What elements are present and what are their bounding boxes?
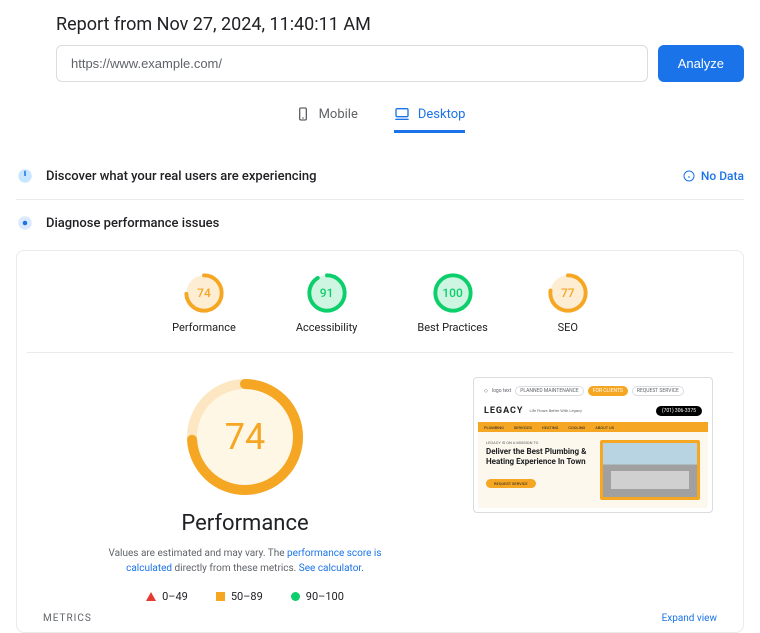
score-seo[interactable]: 77 SEO bbox=[548, 273, 588, 334]
score-legend: 0–49 50–89 90–100 bbox=[146, 590, 344, 603]
score-accessibility[interactable]: 91 Accessibility bbox=[296, 273, 358, 334]
url-input[interactable] bbox=[56, 45, 648, 82]
legend-pass: 90–100 bbox=[291, 590, 344, 603]
tab-label: Mobile bbox=[319, 107, 358, 122]
analyze-button[interactable]: Analyze bbox=[658, 45, 744, 82]
calc-link-2[interactable]: See calculator. bbox=[299, 563, 364, 574]
metrics-label: METRICS bbox=[43, 613, 92, 624]
tab-label: Desktop bbox=[418, 107, 466, 122]
gauge: 100 bbox=[433, 273, 473, 313]
panel-footer: METRICS Expand view bbox=[27, 607, 733, 624]
section-title: Diagnose performance issues bbox=[46, 216, 219, 231]
performance-title: Performance bbox=[181, 511, 308, 536]
discover-section: Discover what your real users are experi… bbox=[16, 153, 744, 200]
section-title: Discover what your real users are experi… bbox=[46, 169, 317, 184]
tab-mobile[interactable]: Mobile bbox=[295, 100, 358, 133]
score-performance[interactable]: 74 Performance bbox=[172, 273, 236, 334]
desktop-icon bbox=[394, 106, 410, 122]
performance-gauge-large: 74 bbox=[185, 377, 305, 497]
target-icon bbox=[16, 214, 34, 232]
info-icon bbox=[683, 170, 695, 182]
gauge: 77 bbox=[548, 273, 588, 313]
no-data-text: No Data bbox=[701, 169, 744, 183]
no-data-link[interactable]: No Data bbox=[683, 169, 744, 183]
detail-row: 74 Performance Values are estimated and … bbox=[27, 353, 733, 607]
legend-fail: 0–49 bbox=[146, 590, 188, 603]
device-tabs: Mobile Desktop bbox=[16, 100, 744, 133]
diagnose-panel: 74 Performance 91 Accessibility 100 bbox=[16, 250, 744, 633]
diagnose-section: Diagnose performance issues bbox=[16, 200, 744, 246]
gauge: 74 bbox=[184, 273, 224, 313]
legend-avg: 50–89 bbox=[216, 590, 263, 603]
url-row: Analyze bbox=[56, 45, 744, 82]
expand-view-link[interactable]: Expand view bbox=[662, 613, 717, 624]
score-row: 74 Performance 91 Accessibility 100 bbox=[27, 265, 733, 353]
page-screenshot: ◇logo text PLANNED MAINTENANCE FOR CLIEN… bbox=[473, 377, 713, 513]
tab-desktop[interactable]: Desktop bbox=[394, 100, 466, 133]
performance-block: 74 Performance Values are estimated and … bbox=[47, 377, 443, 603]
performance-score: 74 bbox=[185, 377, 305, 497]
gauge: 91 bbox=[307, 273, 347, 313]
score-best-practices[interactable]: 100 Best Practices bbox=[417, 273, 487, 334]
report-title: Report from Nov 27, 2024, 11:40:11 AM bbox=[56, 14, 744, 35]
mobile-icon bbox=[295, 106, 311, 122]
gauge-icon bbox=[16, 167, 34, 185]
performance-description: Values are estimated and may vary. The p… bbox=[95, 546, 395, 576]
